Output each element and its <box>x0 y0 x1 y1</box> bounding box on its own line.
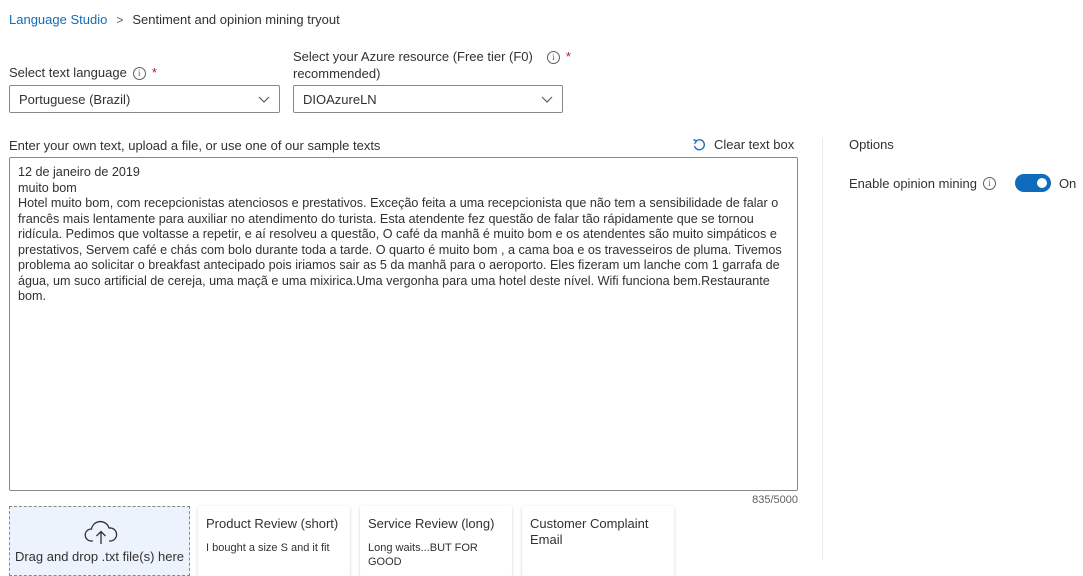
breadcrumb-home-link[interactable]: Language Studio <box>9 12 107 27</box>
sample-card-snippet: Long waits...BUT FOR GOOD <box>368 542 478 568</box>
sample-card-snippet: I bought a size S and it fit <box>206 542 330 554</box>
sample-card-title: Customer Complaint Email <box>530 516 649 547</box>
resource-label-row: Select your Azure resource (Free tier (F… <box>293 48 571 82</box>
required-marker: * <box>565 49 571 64</box>
info-icon[interactable]: i <box>132 67 146 80</box>
options-title: Options <box>849 137 894 152</box>
sample-card-title: Service Review (long) <box>368 516 495 531</box>
undo-icon <box>693 138 705 150</box>
sample-card-customer-complaint[interactable]: Customer Complaint Email <box>522 506 674 576</box>
toggle-state-label: On <box>1058 175 1077 191</box>
character-counter: 835/5000 <box>752 494 798 506</box>
chevron-down-icon <box>541 96 553 103</box>
breadcrumb: Language Studio > Sentiment and opinion … <box>9 12 340 27</box>
resource-label-line2: recommended) <box>293 66 381 81</box>
sample-card-service-review[interactable]: Service Review (long) Long waits...BUT F… <box>360 506 512 576</box>
chevron-down-icon <box>258 96 270 103</box>
info-icon[interactable]: i <box>546 51 560 64</box>
cloud-upload-icon <box>84 520 118 544</box>
panel-divider <box>822 138 823 560</box>
required-marker: * <box>151 65 157 80</box>
opinion-mining-toggle[interactable] <box>1014 174 1051 192</box>
resource-label: Select your Azure resource (Free tier (F… <box>293 49 533 64</box>
clear-text-label: Clear text box <box>714 137 795 152</box>
opinion-mining-label: Enable opinion mining <box>849 175 977 191</box>
breadcrumb-current: Sentiment and opinion mining tryout <box>132 12 340 27</box>
language-label-row: Select text language i * <box>9 64 157 81</box>
sample-card-title: Product Review (short) <box>206 516 339 531</box>
info-icon[interactable]: i <box>982 176 996 190</box>
language-select-value: Portuguese (Brazil) <box>19 91 131 107</box>
language-select[interactable]: Portuguese (Brazil) <box>9 85 280 113</box>
chevron-right-icon: > <box>116 12 124 27</box>
sample-card-product-review[interactable]: Product Review (short) I bought a size S… <box>198 506 350 576</box>
opinion-mining-row: Enable opinion mining i On <box>849 174 1076 192</box>
clear-text-button[interactable]: Clear text box <box>692 137 794 152</box>
file-dropzone[interactable]: Drag and drop .txt file(s) here <box>9 506 190 576</box>
dropzone-text: Drag and drop .txt file(s) here <box>14 549 185 564</box>
language-label: Select text language <box>9 65 127 80</box>
toggle-knob <box>1036 178 1047 188</box>
input-label: Enter your own text, upload a file, or u… <box>9 138 381 153</box>
resource-select[interactable]: DIOAzureLN <box>293 85 563 113</box>
text-input-area[interactable]: 12 de janeiro de 2019 muito bom Hotel mu… <box>9 157 798 491</box>
resource-select-value: DIOAzureLN <box>303 91 377 107</box>
